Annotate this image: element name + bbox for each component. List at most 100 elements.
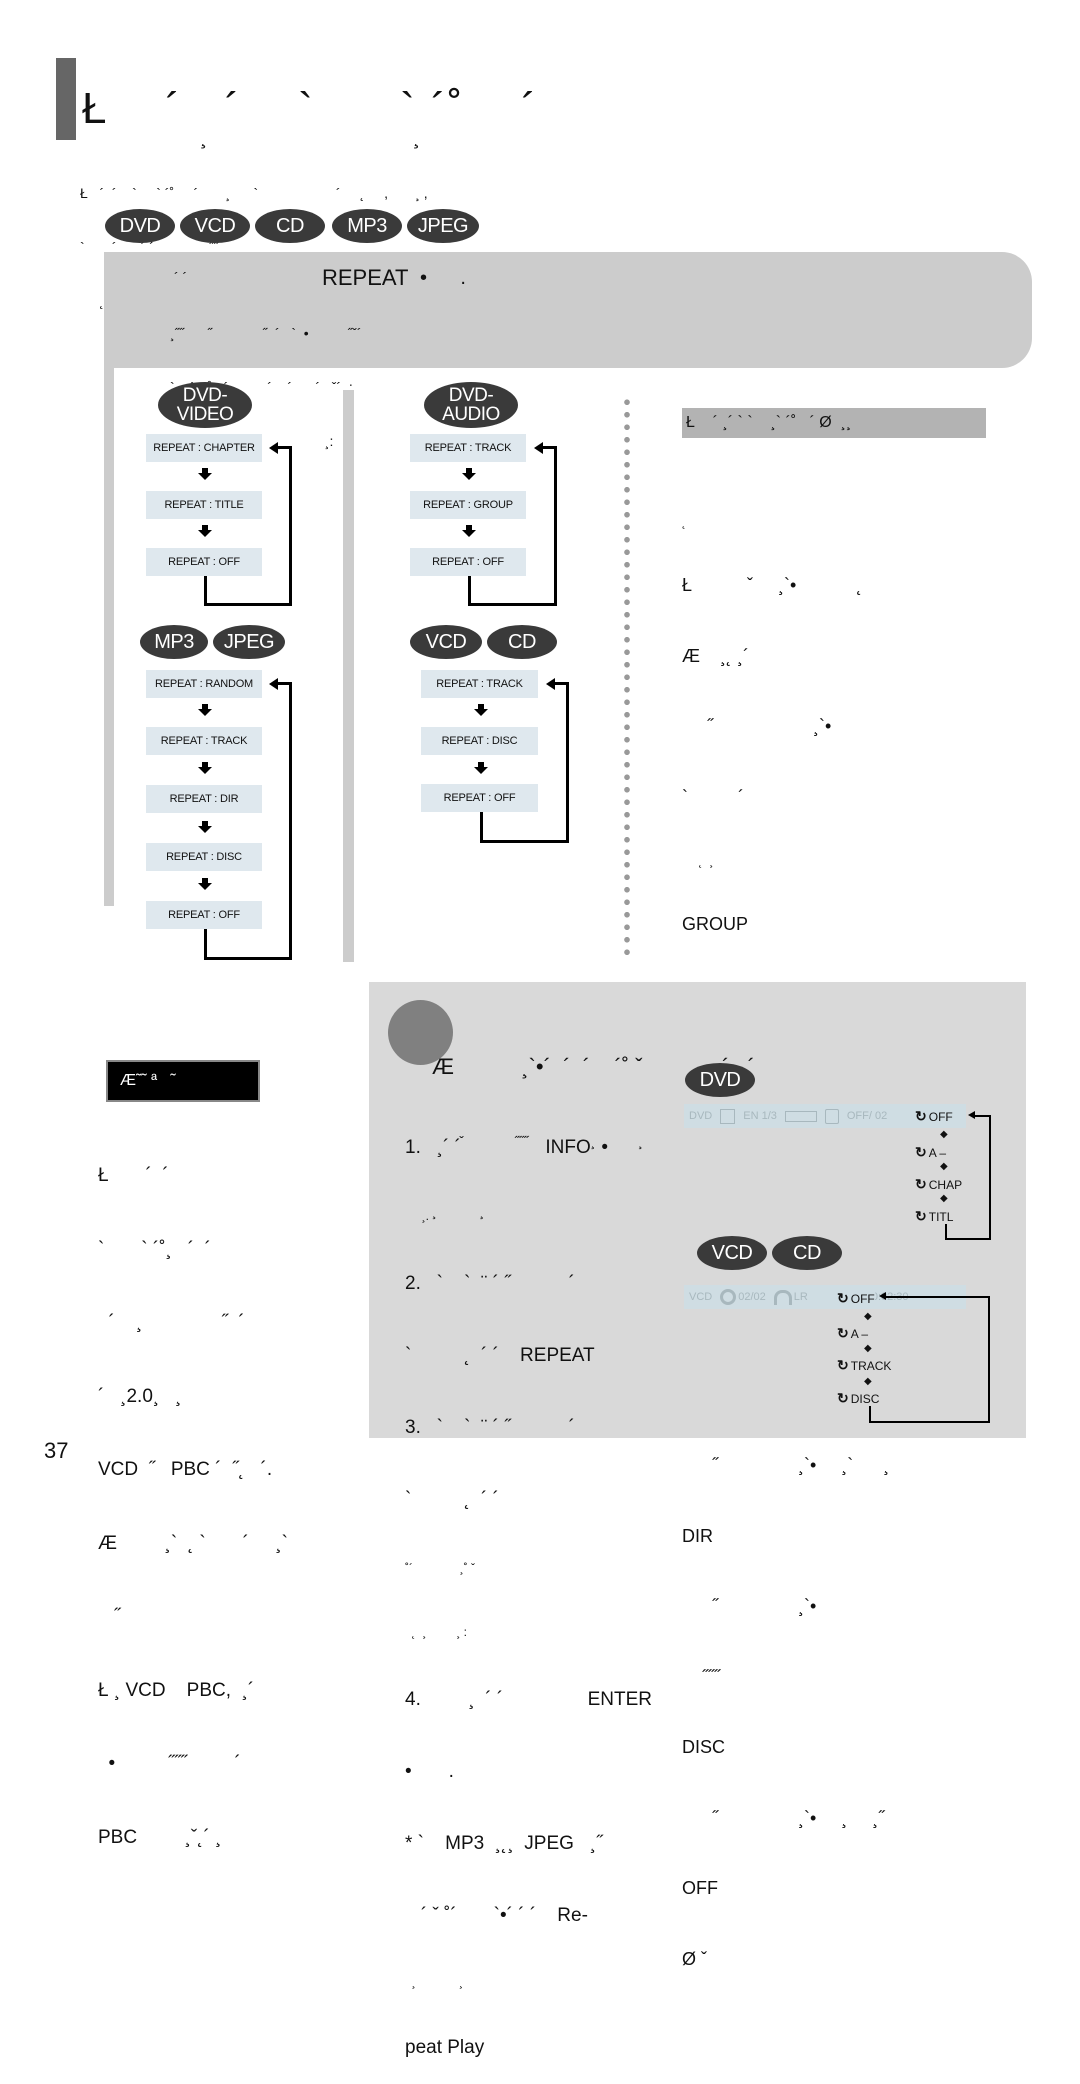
definition-line: ˛	[682, 515, 686, 529]
disc-icon	[720, 1289, 737, 1305]
loop-line	[480, 684, 569, 843]
note-line: Ł ´ ´	[98, 1165, 169, 1186]
definition-term: DIR	[682, 1525, 713, 1546]
osd-language: EN 1/3	[743, 1110, 777, 1122]
badge-vcd: VCD	[180, 209, 250, 243]
badge-vcd: VCD	[697, 1236, 767, 1270]
badge-jpeg: JPEG	[407, 209, 479, 243]
repeat-icon: ↻	[837, 1290, 849, 1306]
loop-line	[204, 448, 292, 606]
definition-line: ˝ ¸`•	[682, 1596, 817, 1616]
loop-line	[468, 448, 557, 606]
loop-line	[869, 1406, 871, 1421]
badge-mp3: MP3	[332, 209, 402, 243]
note-line: • ˝˝˝ ´	[98, 1753, 241, 1774]
badge-cd: CD	[772, 1236, 842, 1270]
step-line: ` ˛ ´ ´	[405, 1489, 499, 1510]
loop-line	[869, 1297, 990, 1423]
loop-line	[204, 576, 207, 606]
definition-line: ` ´	[682, 786, 744, 807]
step-line: ˚´ ¸˚ ˇ	[405, 1561, 475, 1575]
repeat-state-label: A –	[928, 1145, 947, 1160]
definition-line: Ł ˇ ¸`• ˛	[682, 575, 863, 595]
loop-line	[975, 1115, 991, 1117]
dotted-divider	[623, 396, 631, 956]
badge-jpeg: JPEG	[213, 625, 285, 659]
osd-audio-channel: LR	[793, 1291, 808, 1303]
headphones-icon	[773, 1289, 792, 1305]
note-body: Ł ´ ´ ` ` ´˚¸ ´ ´ ´ ¸ ˝ ´ ´ ¸2.0¸ ¸ VCD …	[98, 1115, 288, 1875]
arrow-left-icon	[879, 1292, 886, 1300]
note-line: ´ ¸2.0¸ ¸	[98, 1385, 182, 1407]
step-line: ´ ˇ ˚´ `•´ ´ ´ Re-	[405, 1905, 588, 1926]
osd-disc-type: DVD	[689, 1110, 713, 1122]
definitions-heading: Ł ´ ¸´ ` ` ¸` ´˚ ´ Ø ¸¸	[682, 408, 986, 438]
badge-line: AUDIO	[442, 404, 500, 425]
osd-subtitle: OFF/ 02	[846, 1110, 888, 1122]
step-line: ˛ ¸ ¸ :	[405, 1625, 467, 1639]
badge-cd: CD	[487, 625, 557, 659]
badge-mp3: MP3	[140, 625, 208, 659]
step-line: 3. ` ` ¨ ´ ˝ ´	[405, 1417, 575, 1438]
repeat-icon: ↻	[837, 1325, 849, 1341]
arrow-left-icon	[269, 442, 278, 454]
note-label: Æ˜˜ ª ˜	[106, 1060, 260, 1102]
dvd-repeat-state: ↻ A –	[915, 1144, 946, 1161]
badge-dvd: DVD	[105, 209, 175, 243]
badge-line: DVD-	[448, 385, 494, 406]
step-line: ¸ ¸	[405, 1975, 464, 1989]
loop-line	[945, 1116, 991, 1240]
note-line: Æ ¸` ˛ ` ´ ¸`	[98, 1532, 288, 1554]
loop-line	[276, 446, 292, 449]
note-line: PBC ¸ˇ˛´ ¸	[98, 1826, 222, 1848]
instruction-tail: • .	[420, 267, 466, 289]
arrow-left-icon	[968, 1111, 975, 1119]
repeat-icon: ↻	[915, 1108, 927, 1124]
note-line: ˝	[98, 1606, 121, 1627]
badge-dvd-audio: DVD- AUDIO	[424, 382, 518, 428]
note-line: ´ ¸ ˝ ´	[98, 1312, 245, 1333]
panel-side-strip	[104, 368, 114, 906]
definition-line: ˝ ¸`• ¸` ¸	[682, 1455, 890, 1475]
osd-steps: 1. ¸´ ´ INFO • ¸. 2. ` ` ¨ ´ ˝ ´ ` ˛ ´ ´…	[405, 1088, 652, 2084]
osd-disc-type: VCD	[689, 1291, 713, 1303]
step-line: 2. ` ` ¨ ´ ˝ ´	[405, 1273, 575, 1294]
column-divider	[343, 390, 354, 962]
badge-cd: CD	[255, 209, 325, 243]
repeat-state-label: A –	[850, 1326, 869, 1341]
definition-line: ˝ ¸`•	[682, 716, 832, 736]
step-line: 4. ¸ ´ ´ ENTER	[405, 1689, 653, 1710]
title-accent-bar	[56, 58, 76, 140]
definition-line: ˛ ¸	[682, 854, 714, 868]
step-line: * ` MP3 ¸˛¸ JPEG ¸˝	[405, 1833, 603, 1854]
definition-line: Æ ¸˛ ¸´	[682, 645, 749, 666]
repeat-icon: ↻	[837, 1357, 849, 1373]
step-line: ¸.	[405, 1209, 429, 1223]
definition-line: ˝˝˝	[682, 1666, 720, 1687]
badge-dvd-video: DVD- VIDEO	[158, 382, 252, 428]
vcd-repeat-state: ↻ A –	[837, 1325, 868, 1342]
loop-line	[468, 576, 471, 606]
audio-format-icon	[784, 1110, 817, 1122]
definition-term: DISC	[682, 1737, 726, 1757]
instruction-lead: ´ ´	[174, 269, 188, 285]
arrow-left-icon	[534, 442, 543, 454]
definition-line: Ø ˇ	[682, 1948, 707, 1969]
repeat-icon: ↻	[915, 1144, 927, 1160]
angle-icon	[824, 1108, 839, 1124]
note-line: ` ` ´˚¸ ´ ´	[98, 1238, 211, 1260]
step-line: 1. ¸´ ´ INFO •	[405, 1137, 608, 1158]
repeat-icon: ↻	[915, 1176, 927, 1192]
subtitle-icon	[720, 1108, 736, 1124]
loop-line	[276, 682, 292, 685]
loop-line	[480, 812, 483, 842]
badge-vcd: VCD	[410, 625, 482, 659]
osd-track: 02/02	[738, 1291, 766, 1303]
loop-line	[204, 929, 207, 959]
arrow-left-icon	[546, 678, 555, 690]
page-number: 37	[44, 1438, 69, 1463]
intro-line: Ł ´ ´ ` ` ´˚ ´ ¸ ` ´ ˛ , ¸ ,	[80, 185, 428, 201]
badge-line: VIDEO	[176, 404, 234, 425]
badge-dvd: DVD	[685, 1063, 755, 1097]
step-line: • .	[405, 1761, 454, 1782]
